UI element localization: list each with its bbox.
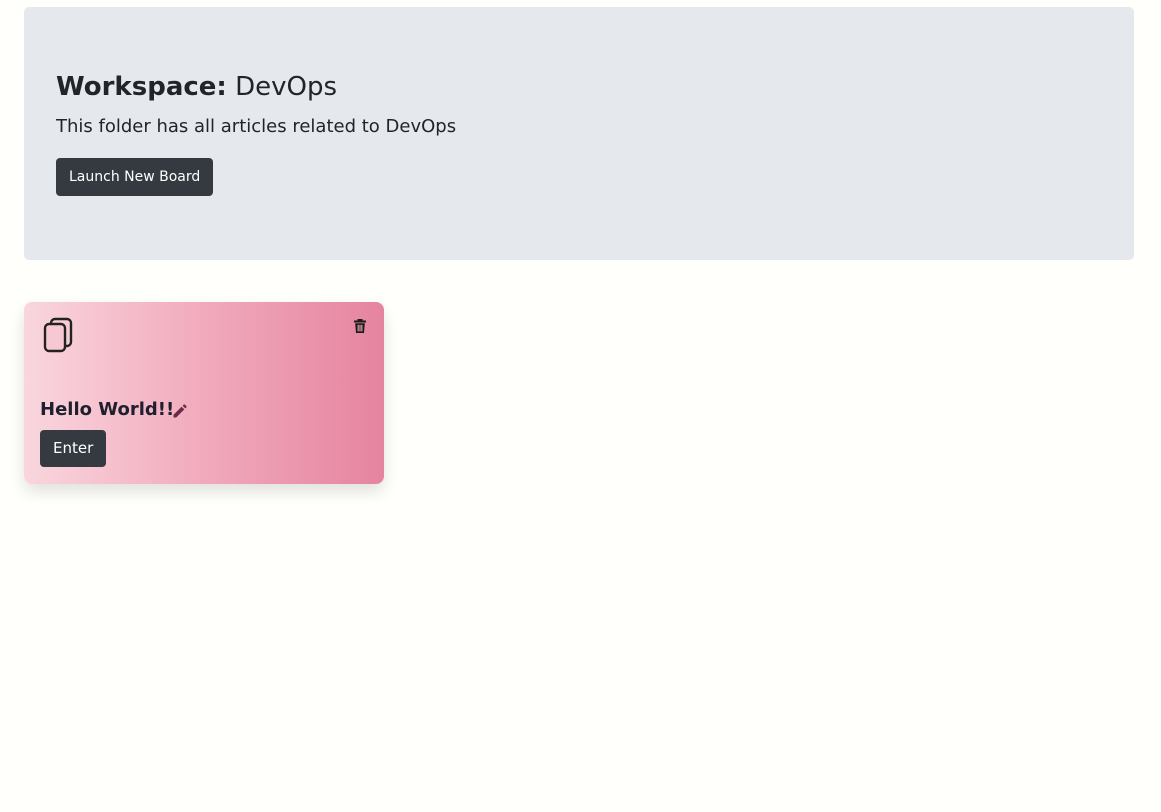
workspace-title: Workspace: DevOps [56,71,337,103]
trash-icon[interactable] [352,318,368,334]
board-title: Hello World!! [40,399,175,420]
page: Workspace: DevOps This folder has all ar… [0,0,1161,812]
workspace-name: DevOps [235,72,337,102]
workspace-description: This folder has all articles related to … [56,116,457,137]
launch-new-board-button[interactable]: Launch New Board [56,158,214,196]
board-card: Hello World!! Enter [24,302,384,484]
enter-board-button[interactable]: Enter [40,430,107,467]
copy-icon [42,317,74,353]
workspace-title-label: Workspace: [56,72,227,102]
pencil-icon[interactable] [172,404,187,419]
workspace-header: Workspace: DevOps This folder has all ar… [24,7,1134,260]
